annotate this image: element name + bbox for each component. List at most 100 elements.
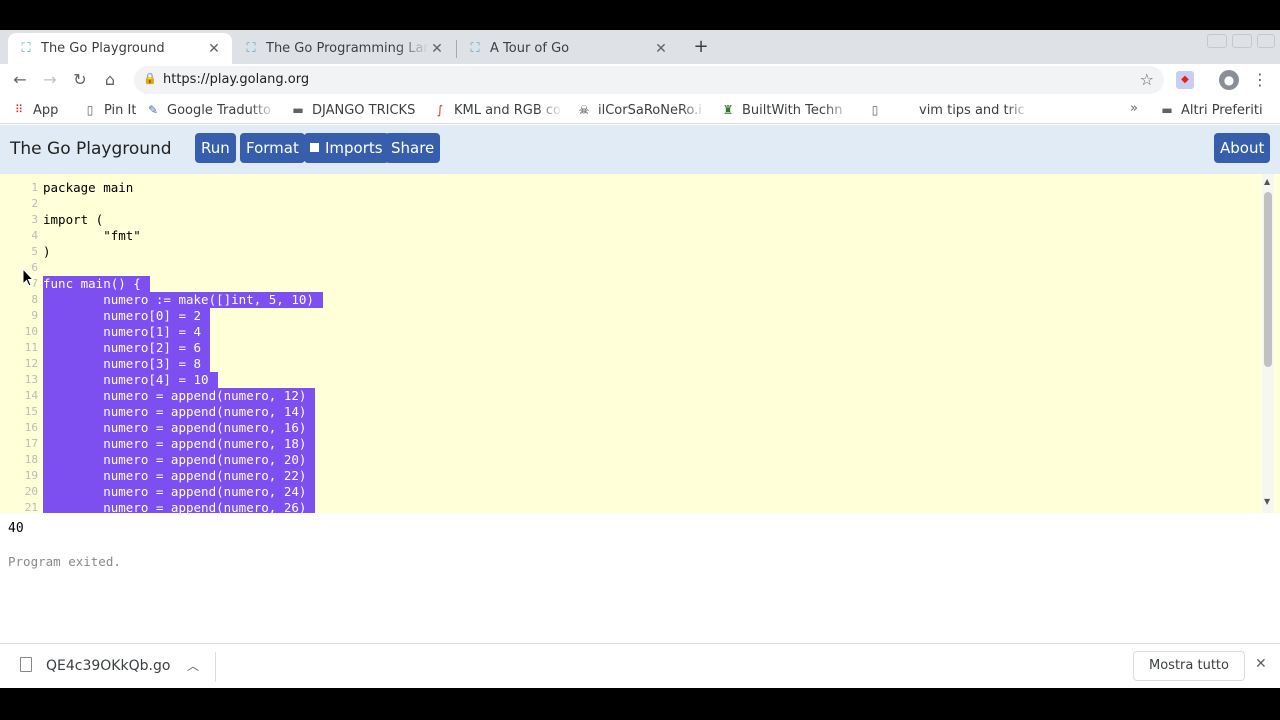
folder-icon: ▬	[292, 103, 304, 117]
reload-icon[interactable]: ↻	[69, 69, 91, 91]
close-tab-icon[interactable]: ✕	[429, 41, 445, 57]
lock-icon: 🔒	[143, 72, 157, 85]
line-number: 8	[31, 293, 38, 306]
close-tab-icon[interactable]: ✕	[653, 41, 669, 57]
bookmark-kml-rgb[interactable]: ∫ KML and RGB co	[433, 101, 563, 119]
code-line[interactable]: 15 numero = append(numero, 14)	[0, 404, 1260, 420]
code-text: numero = append(numero, 20)	[43, 452, 316, 468]
code-line[interactable]: 9 numero[0] = 2	[0, 308, 1260, 324]
code-line[interactable]: 14 numero = append(numero, 12)	[0, 388, 1260, 404]
line-number: 5	[31, 245, 38, 258]
line-number: 3	[31, 213, 38, 226]
bookmark-ilcorsaronero[interactable]: ☠ ilCorSaRoNeRo.i	[577, 101, 707, 119]
line-number: 2	[31, 197, 38, 210]
mouse-cursor-icon	[22, 268, 35, 287]
bookmark-star-icon[interactable]: ☆	[1140, 70, 1154, 89]
code-line[interactable]: 7 func main() {	[0, 276, 1260, 292]
scroll-down-arrow-icon[interactable]: ▼	[1264, 497, 1270, 506]
code-line[interactable]: 21 numero = append(numero, 26)	[0, 500, 1260, 513]
code-line[interactable]: 13 numero[4] = 10	[0, 372, 1260, 388]
show-all-button[interactable]: Mostra tutto	[1133, 651, 1245, 681]
download-file-name[interactable]: QE4c39OKkQb.go	[46, 658, 170, 674]
imports-checkbox-icon[interactable]	[310, 143, 319, 152]
line-number: 14	[24, 389, 38, 402]
url-text: https://play.golang.org	[163, 72, 310, 87]
extension-icon[interactable]: ◆	[1176, 71, 1194, 89]
code-text: numero[2] = 6	[43, 340, 211, 356]
profile-avatar-icon[interactable]: ●	[1219, 70, 1239, 90]
back-arrow-icon[interactable]: ←	[9, 69, 31, 91]
scroll-up-arrow-icon[interactable]: ▲	[1264, 177, 1270, 186]
program-output: 40	[8, 521, 24, 536]
code-line[interactable]: 4 "fmt"	[0, 228, 1260, 244]
line-number: 1	[31, 181, 38, 194]
browser-menu-icon[interactable]: ⋮	[1252, 69, 1268, 91]
tab-title: The Go Programming Lan	[266, 41, 429, 56]
bookmark-django-tricks[interactable]: ▬ DJANGO TRICKS	[291, 101, 415, 119]
bookmark-builtwith[interactable]: ♜ BuiltWith Techn	[721, 101, 851, 119]
imports-checkbox-button[interactable]: Imports	[304, 133, 389, 163]
code-editor[interactable]: 21 numero = append(numero, 26) 20 numero …	[0, 174, 1280, 513]
close-tab-icon[interactable]: ✕	[206, 41, 222, 57]
bookmark-google-traduttore[interactable]: ✎ Google Tradutto	[146, 101, 276, 119]
code-line[interactable]: 12 numero[3] = 8	[0, 356, 1260, 372]
other-bookmarks-folder[interactable]: ▬ Altri Preferiti	[1160, 101, 1262, 119]
format-button[interactable]: Format	[240, 133, 305, 163]
code-line[interactable]: 16 numero = append(numero, 16)	[0, 420, 1260, 436]
playground-header: The Go Playground Run Format Imports Sha…	[0, 125, 1280, 174]
code-text: numero = append(numero, 14)	[43, 404, 316, 420]
code-line[interactable]: 10 numero[1] = 4	[0, 324, 1260, 340]
share-button[interactable]: Share	[385, 133, 441, 163]
code-text: func main() {	[43, 276, 150, 292]
code-text: import (	[43, 212, 104, 227]
code-line[interactable]: 2	[0, 196, 1260, 212]
new-tab-plus-icon[interactable]: +	[690, 36, 712, 58]
code-line[interactable]: 3 import (	[0, 212, 1260, 228]
forward-arrow-icon[interactable]: →	[39, 69, 61, 91]
code-text: numero = append(numero, 16)	[43, 420, 316, 436]
line-number: 18	[24, 453, 38, 466]
page-icon: ▯	[86, 103, 94, 117]
code-line[interactable]: 8 numero := make([]int, 5, 10)	[0, 292, 1260, 308]
home-icon[interactable]: ⌂	[99, 69, 121, 91]
line-number: 13	[24, 373, 38, 386]
bookmark-vim-tips[interactable]: vim tips and tric	[919, 101, 1029, 119]
bookmark-page[interactable]: ▯	[868, 101, 889, 119]
code-line[interactable]: 19 numero = append(numero, 22)	[0, 468, 1260, 484]
code-text: numero[3] = 8	[43, 356, 211, 372]
code-line[interactable]: 5)	[0, 244, 1260, 260]
file-icon	[20, 657, 32, 672]
close-window-icon[interactable]	[1257, 34, 1275, 48]
code-line[interactable]: 11 numero[2] = 6	[0, 340, 1260, 356]
tab-go-programming-language[interactable]: ⛶ The Go Programming Lan ✕	[233, 33, 455, 64]
minimize-window-icon[interactable]	[1207, 34, 1227, 48]
maximize-window-icon[interactable]	[1232, 34, 1252, 48]
code-line[interactable]: 20 numero = append(numero, 24)	[0, 484, 1260, 500]
program-exit-status: Program exited.	[8, 554, 121, 569]
about-button[interactable]: About	[1214, 133, 1271, 163]
code-line[interactable]: 17 numero = append(numero, 18)	[0, 436, 1260, 452]
tab-title: The Go Playground	[41, 41, 165, 56]
chevron-up-icon[interactable]: ︿	[187, 657, 199, 674]
code-line[interactable]: 1 package main	[0, 180, 1260, 196]
scrollbar-thumb[interactable]	[1264, 192, 1272, 367]
tab-tour-of-go[interactable]: ⛶ A Tour of Go ✕	[457, 33, 679, 64]
bookmark-pin-it[interactable]: ▯ Pin It	[83, 101, 137, 119]
imports-label: Imports	[325, 139, 383, 157]
code-text: "fmt"	[43, 228, 141, 243]
swoosh-icon: ∫	[436, 103, 444, 117]
bookmarks-overflow-chevron[interactable]: »	[1130, 101, 1138, 116]
code-line[interactable]: 18 numero = append(numero, 20)	[0, 452, 1260, 468]
tab-go-playground[interactable]: ⛶ The Go Playground ✕	[8, 33, 232, 64]
editor-scrollbar[interactable]: ▲ ▼	[1262, 174, 1274, 513]
bookmark-app[interactable]: ⠿ App	[12, 101, 58, 119]
code-line[interactable]: 6	[0, 260, 1260, 276]
code-text: numero = append(numero, 12)	[43, 388, 316, 404]
close-shelf-icon[interactable]: ✕	[1255, 656, 1267, 672]
run-button[interactable]: Run	[195, 133, 236, 163]
code-text: numero = append(numero, 18)	[43, 436, 316, 452]
line-number: 17	[24, 437, 38, 450]
code-text: )	[43, 244, 51, 259]
folder-icon: ▬	[1161, 103, 1173, 117]
address-bar[interactable]: 🔒 https://play.golang.org ☆	[134, 66, 1164, 94]
